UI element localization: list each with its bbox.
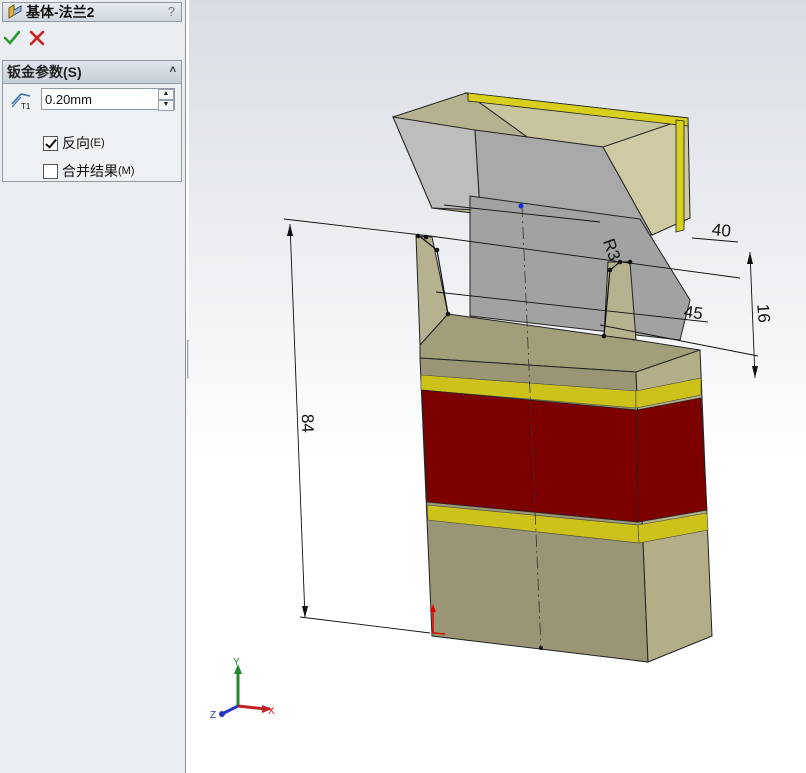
cancel-x-button[interactable] (29, 30, 45, 46)
dim-width-40[interactable]: 40 (711, 220, 732, 241)
reverse-checkbox[interactable] (43, 135, 58, 151)
thickness-T1-icon: T1 (11, 93, 31, 110)
feature-title: 基体-法兰2 (26, 4, 95, 20)
sheet-metal-model[interactable]: 84 40 16 45 R3 Y X Z (189, 0, 806, 773)
sheet-metal-parameters-group: 钣金参数(S) ˄ T1 ▲ ▼ 反向(E) 合并结果(M) (2, 60, 182, 182)
ok-check-button[interactable] (4, 30, 20, 46)
reverse-label: 反向 (62, 135, 90, 151)
axis-y-label: Y (233, 657, 240, 668)
axis-z-label: Z (210, 710, 216, 721)
reverse-accelerator: (E) (90, 137, 105, 149)
dim-depth-16[interactable]: 16 (753, 303, 773, 323)
merge-result-option[interactable]: 合并结果 (M) (43, 161, 135, 181)
dim-height-84[interactable]: 84 (298, 414, 318, 434)
merge-accelerator: (M) (118, 165, 135, 177)
merge-label: 合并结果 (62, 163, 118, 179)
view-orientation-triad: Y X Z (210, 657, 275, 721)
reverse-direction-option[interactable]: 反向 (E) (43, 133, 105, 153)
right-tab (603, 261, 637, 341)
base-flange-icon (8, 4, 22, 19)
collapse-chevron-icon[interactable]: ˄ (170, 64, 176, 76)
merge-checkbox[interactable] (43, 163, 58, 179)
spin-down-icon[interactable]: ▼ (158, 100, 174, 111)
property-manager-panel: 基体-法兰2 ? 钣金参数(S) ˄ T1 ▲ ▼ 反向(E) 合并结果(M) (0, 0, 186, 773)
group-title: 钣金参数(S) (7, 64, 82, 80)
red-band (421, 389, 639, 523)
thickness-input[interactable] (41, 88, 175, 110)
side-red-band (636, 397, 708, 523)
feature-title-bar: 基体-法兰2 ? (2, 2, 182, 22)
axis-x-label: X (268, 706, 275, 717)
help-icon[interactable]: ? (168, 4, 175, 19)
dim-angle-45[interactable]: 45 (683, 302, 704, 323)
thickness-icon-label: T1 (21, 102, 31, 110)
sketch-origin-point (518, 203, 524, 209)
spin-up-icon[interactable]: ▲ (158, 89, 174, 100)
group-header[interactable]: 钣金参数(S) ˄ (3, 61, 181, 84)
graphics-viewport[interactable]: 84 40 16 45 R3 Y X Z (189, 0, 806, 773)
thickness-spinner[interactable]: ▲ ▼ (158, 89, 174, 111)
